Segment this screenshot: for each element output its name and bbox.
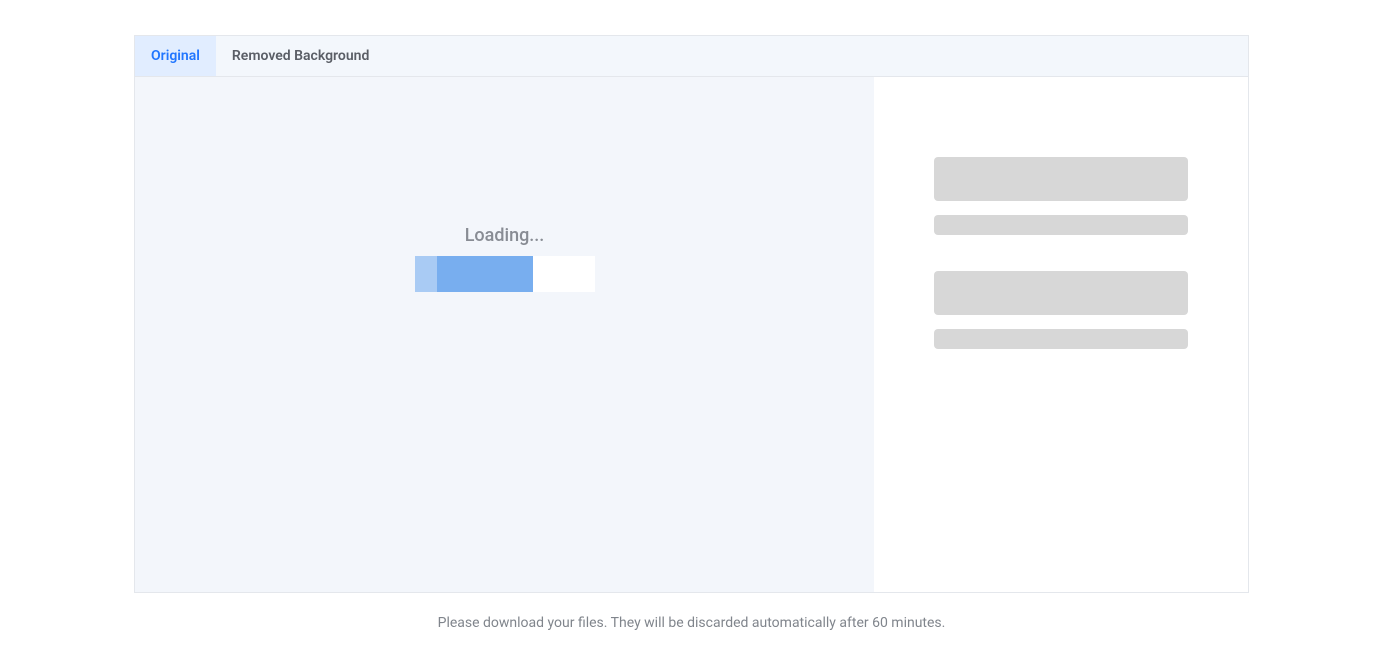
tab-removed-background-label: Removed Background xyxy=(232,48,369,64)
skeleton-placeholder xyxy=(934,215,1188,235)
content-area: Loading... xyxy=(135,77,1248,592)
loading-label: Loading... xyxy=(465,225,545,246)
tabs-bar: Original Removed Background xyxy=(135,36,1248,77)
loading-progress-bar xyxy=(415,256,595,292)
tab-removed-background[interactable]: Removed Background xyxy=(216,36,385,76)
tab-original-label: Original xyxy=(151,48,200,64)
skeleton-placeholder xyxy=(934,329,1188,349)
progress-segment-light xyxy=(415,256,437,292)
footer-message: Please download your files. They will be… xyxy=(0,615,1383,631)
side-panel xyxy=(874,77,1248,592)
tab-original[interactable]: Original xyxy=(135,36,216,76)
progress-segment-dark xyxy=(437,256,533,292)
main-container: Original Removed Background Loading... xyxy=(134,35,1249,593)
skeleton-placeholder xyxy=(934,271,1188,315)
skeleton-placeholder xyxy=(934,157,1188,201)
main-preview-panel: Loading... xyxy=(135,77,874,592)
